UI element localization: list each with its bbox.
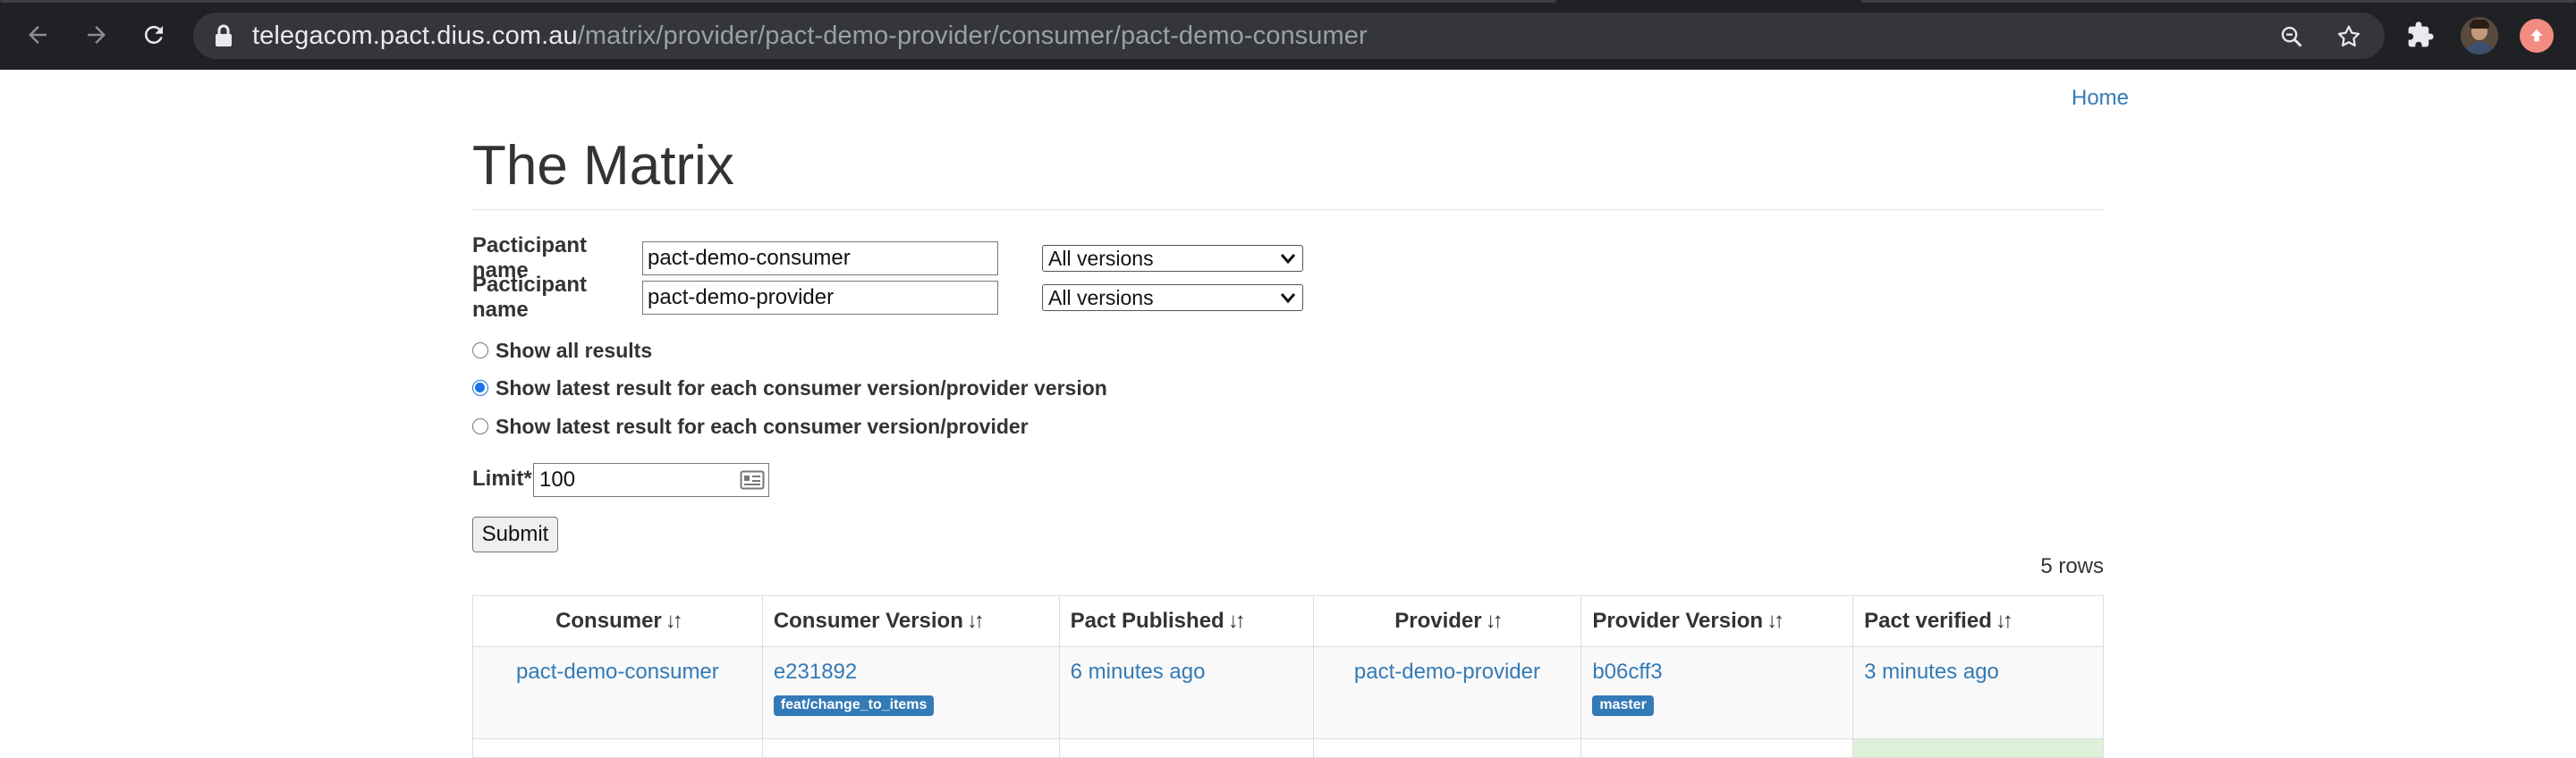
- star-icon[interactable]: [2334, 22, 2363, 51]
- table-cell: [761, 738, 1060, 758]
- address-bar[interactable]: telegacom.pact.dius.com.au/matrix/provid…: [193, 13, 2385, 59]
- chevron-down-icon: [1281, 254, 1295, 265]
- option-show-all[interactable]: Show all results: [472, 337, 652, 364]
- table-cell: [1312, 738, 1582, 758]
- consumer-name-input[interactable]: [642, 241, 998, 275]
- column-label: Provider: [1394, 609, 1482, 633]
- column-header-provider[interactable]: Provider ↓↑: [1312, 595, 1582, 647]
- row-count: 5 rows: [2040, 554, 2104, 578]
- pact-verified-cell: 3 minutes ago: [1852, 646, 2104, 739]
- zoom-icon[interactable]: [2277, 22, 2306, 51]
- url-host: telegacom.pact.dius.com.au: [252, 21, 578, 50]
- lock-icon: [215, 23, 234, 48]
- column-label: Pact verified: [1864, 609, 1992, 633]
- consumer-cell: pact-demo-consumer: [472, 646, 763, 739]
- participant-label: Pacticipant name: [472, 273, 588, 322]
- back-icon: [29, 26, 47, 44]
- chevron-down-icon: [1281, 293, 1295, 304]
- column-header-consumer-version[interactable]: Consumer Version ↓↑: [761, 595, 1060, 647]
- consumer-link[interactable]: pact-demo-consumer: [484, 660, 751, 685]
- provider-name-input[interactable]: [642, 281, 998, 315]
- participant-row-2: Pacticipant name: [472, 273, 998, 322]
- extensions-icon[interactable]: [2402, 17, 2438, 53]
- consumer-version-select[interactable]: All versions: [1042, 245, 1303, 272]
- latest-per-version-radio[interactable]: [472, 380, 488, 396]
- provider-version-select[interactable]: All versions: [1042, 284, 1303, 311]
- limit-value: 100: [539, 467, 576, 492]
- url-path: /matrix/provider/pact-demo-provider/cons…: [577, 21, 1368, 50]
- column-label: Consumer Version: [773, 609, 963, 633]
- consumer-version-link[interactable]: e231892: [774, 660, 1048, 685]
- table-row: [472, 738, 2104, 758]
- option-label: Show latest result for each consumer ver…: [496, 414, 1029, 438]
- table-cell: [1058, 738, 1314, 758]
- provider-version-link[interactable]: b06cff3: [1592, 660, 1842, 685]
- limit-input[interactable]: 100: [533, 463, 769, 497]
- provider-cell: pact-demo-provider: [1312, 646, 1582, 739]
- column-header-pact-published[interactable]: Pact Published ↓↑: [1058, 595, 1314, 647]
- pact-published-link[interactable]: 6 minutes ago: [1071, 660, 1302, 685]
- consumer-version-cell: e231892 feat/change_to_items: [761, 646, 1060, 739]
- column-label: Pact Published: [1070, 609, 1224, 633]
- provider-version-selected: All versions: [1048, 285, 1154, 309]
- update-icon[interactable]: [2520, 19, 2554, 53]
- column-label: Consumer: [555, 609, 662, 633]
- column-header-consumer[interactable]: Consumer ↓↑: [472, 595, 763, 647]
- provider-link[interactable]: pact-demo-provider: [1325, 660, 1571, 685]
- sort-icon[interactable]: ↓↑: [1486, 609, 1504, 633]
- browser-toolbar: telegacom.pact.dius.com.au/matrix/provid…: [0, 0, 2576, 70]
- submit-button[interactable]: Submit: [472, 517, 558, 552]
- home-link[interactable]: Home: [2072, 86, 2129, 111]
- option-latest-per-version[interactable]: Show latest result for each consumer ver…: [472, 375, 1107, 401]
- sort-icon[interactable]: ↓↑: [1228, 609, 1246, 633]
- tab-strip: [0, 0, 2576, 3]
- reload-icon: [144, 25, 163, 44]
- sort-icon[interactable]: ↓↑: [1996, 609, 2013, 633]
- pact-verified-link[interactable]: 3 minutes ago: [1864, 660, 2092, 685]
- column-label: Provider Version: [1592, 609, 1764, 633]
- table-header-row: Consumer ↓↑ Consumer Version ↓↑ Pact Publi…: [472, 595, 2104, 647]
- option-latest-per-provider[interactable]: Show latest result for each consumer ver…: [472, 413, 1029, 440]
- provider-tag-badge: master: [1592, 695, 1654, 716]
- title-divider: [472, 209, 2104, 210]
- sort-icon[interactable]: ↓↑: [967, 609, 985, 633]
- forward-button[interactable]: [77, 15, 116, 55]
- reload-button[interactable]: [134, 15, 174, 55]
- page-title: The Matrix: [472, 135, 734, 197]
- participant-row-1: Pacticipant name: [472, 233, 998, 282]
- consumer-version-selected: All versions: [1048, 246, 1154, 270]
- autofill-card-icon[interactable]: [740, 470, 765, 490]
- show-all-radio[interactable]: [472, 342, 488, 358]
- url-text: telegacom.pact.dius.com.au/matrix/provid…: [252, 21, 1368, 51]
- matrix-table: Consumer ↓↑ Consumer Version ↓↑ Pact Publi…: [472, 595, 2104, 758]
- limit-label: Limit*: [472, 467, 532, 491]
- column-header-pact-verified[interactable]: Pact verified ↓↑: [1852, 595, 2104, 647]
- table-cell: [472, 738, 763, 758]
- column-header-provider-version[interactable]: Provider Version ↓↑: [1580, 595, 1854, 647]
- latest-per-provider-radio[interactable]: [472, 418, 488, 434]
- option-label: Show all results: [496, 338, 653, 362]
- table-row: pact-demo-consumer e231892 feat/change_t…: [472, 646, 2104, 739]
- profile-avatar[interactable]: [2461, 17, 2498, 55]
- provider-version-cell: b06cff3 master: [1580, 646, 1854, 739]
- consumer-tag-badge: feat/change_to_items: [773, 695, 935, 716]
- table-cell: [1852, 738, 2104, 758]
- pact-published-cell: 6 minutes ago: [1058, 646, 1314, 739]
- forward-icon: [88, 26, 106, 44]
- table-cell: [1580, 738, 1854, 758]
- sort-icon[interactable]: ↓↑: [665, 609, 683, 633]
- option-label: Show latest result for each consumer ver…: [496, 375, 1107, 400]
- back-button[interactable]: [18, 15, 57, 55]
- sort-icon[interactable]: ↓↑: [1767, 609, 1784, 633]
